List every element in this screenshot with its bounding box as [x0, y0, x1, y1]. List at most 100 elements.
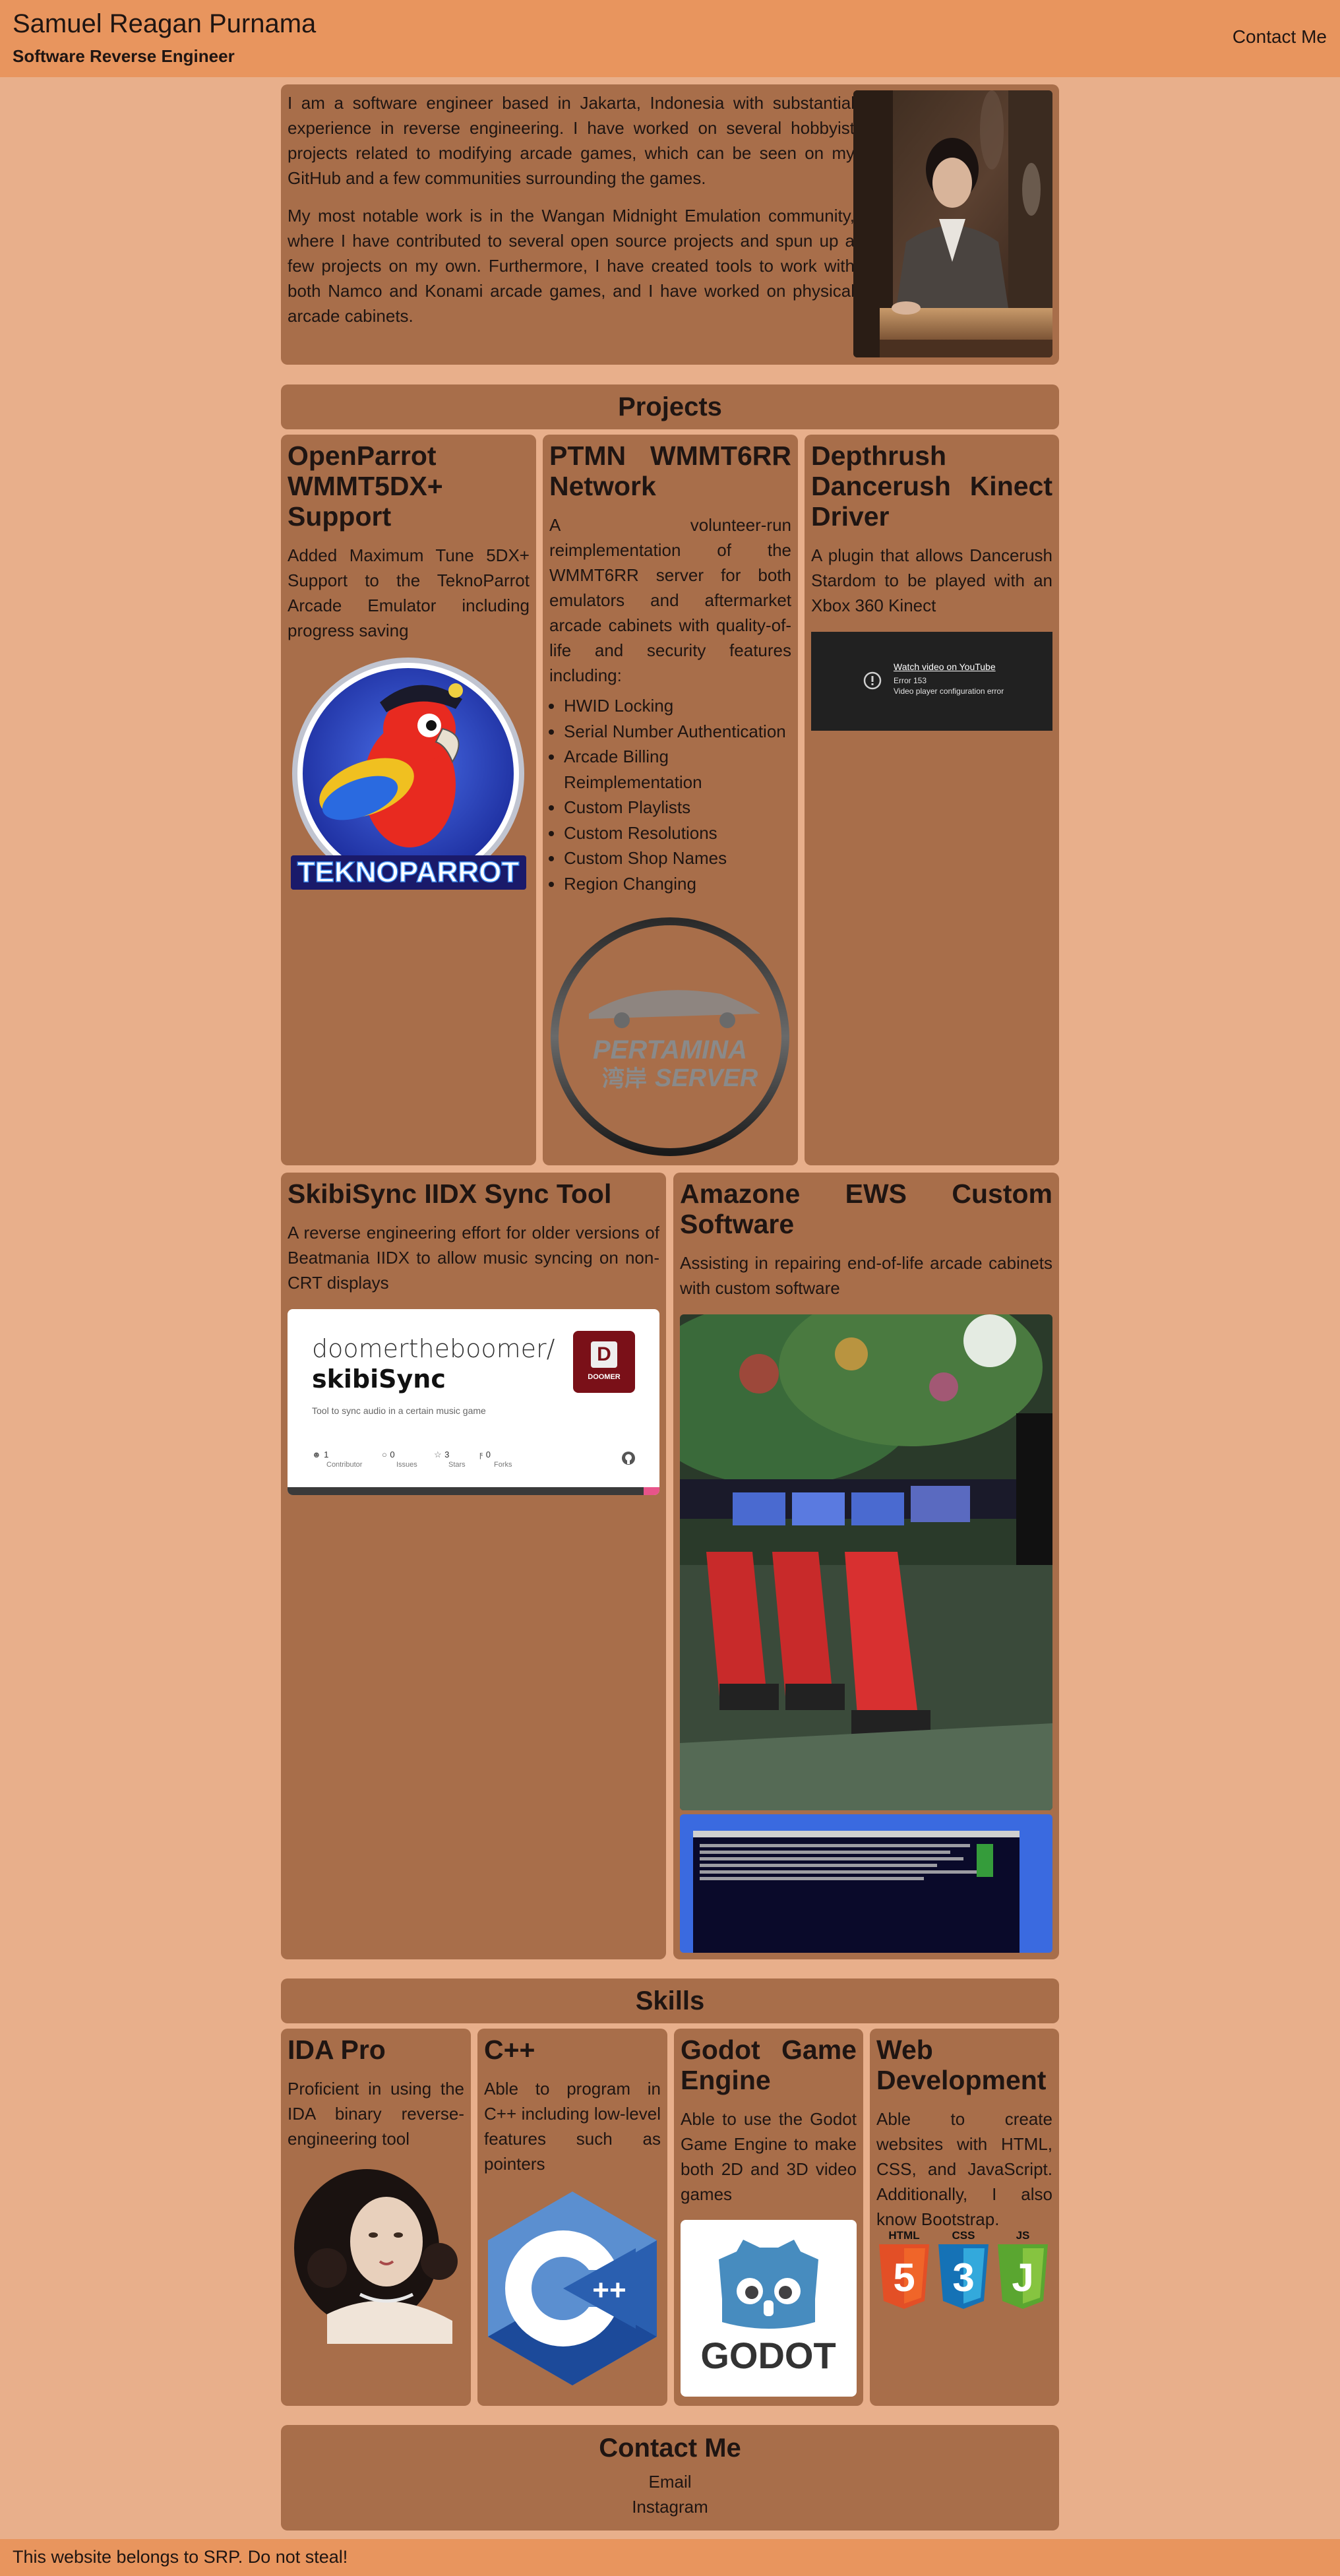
- project-title: SkibiSync IIDX Sync Tool: [288, 1179, 612, 1209]
- stat-issues: ○ 0 Issues: [382, 1449, 417, 1469]
- pertamina-logo-line1: PERTAMINA: [593, 1035, 747, 1064]
- skill-card-web-development: Web Development Able to create websites …: [870, 2029, 1059, 2406]
- html-label: HTML: [888, 2229, 919, 2242]
- terminal-screen-photo: [680, 1814, 1052, 1953]
- arcade-cabinets-photo: [680, 1314, 1052, 1810]
- project-title: PTMN WMMT6RR Network: [549, 441, 791, 501]
- list-item: HWID Locking: [564, 693, 791, 719]
- repo-stats: ☻ 1 Contributor ○ 0 Issues ☆ 3 Stars ϝ 0…: [312, 1449, 536, 1475]
- pertamina-logo-kanji: 湾岸: [602, 1066, 647, 1092]
- avatar-letter: D: [591, 1341, 617, 1368]
- feature-list: HWID Locking Serial Number Authenticatio…: [549, 693, 791, 896]
- project-description: Assisting in repairing end-of-life arcad…: [680, 1253, 1052, 1298]
- video-error-code: Error 153: [894, 676, 927, 685]
- language-bar-secondary: [644, 1487, 659, 1495]
- issue-icon: ○: [382, 1450, 387, 1459]
- stat-label: Issues: [396, 1461, 417, 1469]
- nav-contact-link[interactable]: Contact Me: [1233, 26, 1327, 47]
- teknoparrot-logo-text: TEKNOPARROT: [297, 856, 520, 888]
- about-card: I am a software engineer based in Jakart…: [281, 84, 1059, 365]
- github-icon: [622, 1452, 635, 1465]
- stat-label: Contributor: [326, 1461, 363, 1469]
- pertamina-server-logo: PERTAMINA 湾岸 SERVER: [549, 915, 791, 1159]
- stat-value: 3: [444, 1450, 450, 1459]
- web-tech-logos: HTML 5 CSS 3 JS J: [876, 2228, 1052, 2314]
- site-subtitle: Software Reverse Engineer: [13, 46, 235, 66]
- contact-card: Contact Me Email Instagram: [281, 2425, 1059, 2530]
- pertamina-logo-server: SERVER: [655, 1064, 758, 1092]
- stat-forks: ϝ 0 Forks: [479, 1449, 512, 1469]
- project-title: Amazone EWS Custom Software: [680, 1179, 1052, 1239]
- ida-pro-logo: [288, 2162, 464, 2344]
- repo-description: Tool to sync audio in a certain music ga…: [312, 1405, 486, 1416]
- stat-contributors: ☻ 1 Contributor: [312, 1449, 362, 1469]
- skill-title: C++: [484, 2035, 535, 2065]
- js-label: JS: [1016, 2229, 1030, 2242]
- css3-icon: 3: [952, 2255, 974, 2300]
- fork-icon: ϝ: [479, 1450, 483, 1459]
- list-item: Custom Playlists: [564, 795, 791, 820]
- stat-value: 1: [324, 1450, 329, 1459]
- stat-value: 0: [390, 1450, 395, 1459]
- project-description: Added Maximum Tune 5DX+ Support to the T…: [288, 545, 530, 640]
- error-icon: [863, 671, 882, 690]
- footer-text: This website belongs to SRP. Do not stea…: [13, 2547, 348, 2567]
- project-description: A plugin that allows Dancerush Stardom t…: [811, 545, 1052, 615]
- project-card-depthrush: Depthrush Dancerush Kinect Driver A plug…: [805, 435, 1059, 1165]
- video-error-detail: Video player configuration error: [894, 687, 1004, 696]
- repo-name: skibiSync: [312, 1365, 446, 1394]
- project-title: Depthrush Dancerush Kinect Driver: [811, 441, 1052, 532]
- skill-card-cpp: C++ Able to program in C++ including low…: [477, 2029, 667, 2406]
- stat-stars: ☆ 3 Stars: [434, 1449, 466, 1469]
- skill-description: Able to use the Godot Game Engine to mak…: [681, 2109, 857, 2204]
- project-card-openparrot: OpenParrot WMMT5DX+ Support Added Maximu…: [281, 435, 536, 1165]
- about-paragraph: I am a software engineer based in Jakart…: [288, 93, 855, 188]
- projects-heading: Projects: [281, 384, 1059, 429]
- instagram-link[interactable]: Instagram: [288, 2494, 1052, 2519]
- cpp-logo: ++: [484, 2189, 661, 2388]
- project-card-skibisync: SkibiSync IIDX Sync Tool A reverse engin…: [281, 1173, 666, 1959]
- star-icon: ☆: [434, 1450, 442, 1459]
- youtube-embed[interactable]: Watch video on YouTube Error 153 Video p…: [811, 632, 1052, 731]
- project-card-ptmn: PTMN WMMT6RR Network A volunteer-run rei…: [543, 435, 798, 1165]
- language-bar-primary: [288, 1487, 644, 1495]
- repo-avatar: D DOOMER: [573, 1331, 635, 1393]
- svg-text:++: ++: [592, 2274, 626, 2306]
- js-icon: J: [1012, 2255, 1033, 2300]
- site-title[interactable]: Samuel Reagan Purnama: [13, 9, 316, 39]
- skill-title: IDA Pro: [288, 2035, 386, 2065]
- project-title: OpenParrot WMMT5DX+ Support: [288, 441, 443, 532]
- skill-card-ida-pro: IDA Pro Proficient in using the IDA bina…: [281, 2029, 471, 2406]
- email-link[interactable]: Email: [288, 2469, 1052, 2494]
- footer: This website belongs to SRP. Do not stea…: [0, 2539, 1340, 2576]
- stat-label: Stars: [448, 1461, 466, 1469]
- skill-title: Web Development: [876, 2035, 1047, 2095]
- css-label: CSS: [952, 2229, 975, 2242]
- list-item: Region Changing: [564, 871, 791, 897]
- skills-heading: Skills: [281, 1978, 1059, 2023]
- list-item: Custom Shop Names: [564, 845, 791, 871]
- stat-value: 0: [485, 1450, 491, 1459]
- github-repo-card[interactable]: doomertheboomer/ skibiSync Tool to sync …: [288, 1309, 659, 1495]
- watch-on-youtube-link[interactable]: Watch video on YouTube: [894, 661, 996, 672]
- repo-owner: doomertheboomer/: [312, 1334, 555, 1363]
- navbar: Samuel Reagan Purnama Software Reverse E…: [0, 0, 1340, 77]
- list-item: Serial Number Authentication: [564, 719, 791, 745]
- project-description: A reverse engineering effort for older v…: [288, 1223, 659, 1293]
- people-icon: ☻: [312, 1450, 321, 1459]
- skill-title: Godot Game Engine: [681, 2035, 857, 2095]
- skill-description: Proficient in using the IDA binary rever…: [288, 2079, 464, 2149]
- list-item: Arcade Billing Reimplementation: [564, 744, 791, 795]
- avatar-text: DOOMER: [588, 1373, 621, 1381]
- html5-icon: 5: [893, 2255, 915, 2300]
- godot-logo-text: GODOT: [700, 2335, 836, 2376]
- stat-label: Forks: [494, 1461, 512, 1469]
- godot-logo: GODOT: [681, 2220, 857, 2397]
- about-text: I am a software engineer based in Jakart…: [288, 90, 855, 328]
- profile-photo: [853, 90, 1052, 357]
- skill-description: Able to create websites with HTML, CSS, …: [876, 2109, 1052, 2229]
- skill-card-godot: Godot Game Engine Able to use the Godot …: [674, 2029, 863, 2406]
- project-description: A volunteer-run reimplementation of the …: [549, 515, 791, 685]
- skill-description: Able to program in C++ including low-lev…: [484, 2079, 661, 2174]
- project-card-amazone: Amazone EWS Custom Software Assisting in…: [673, 1173, 1059, 1959]
